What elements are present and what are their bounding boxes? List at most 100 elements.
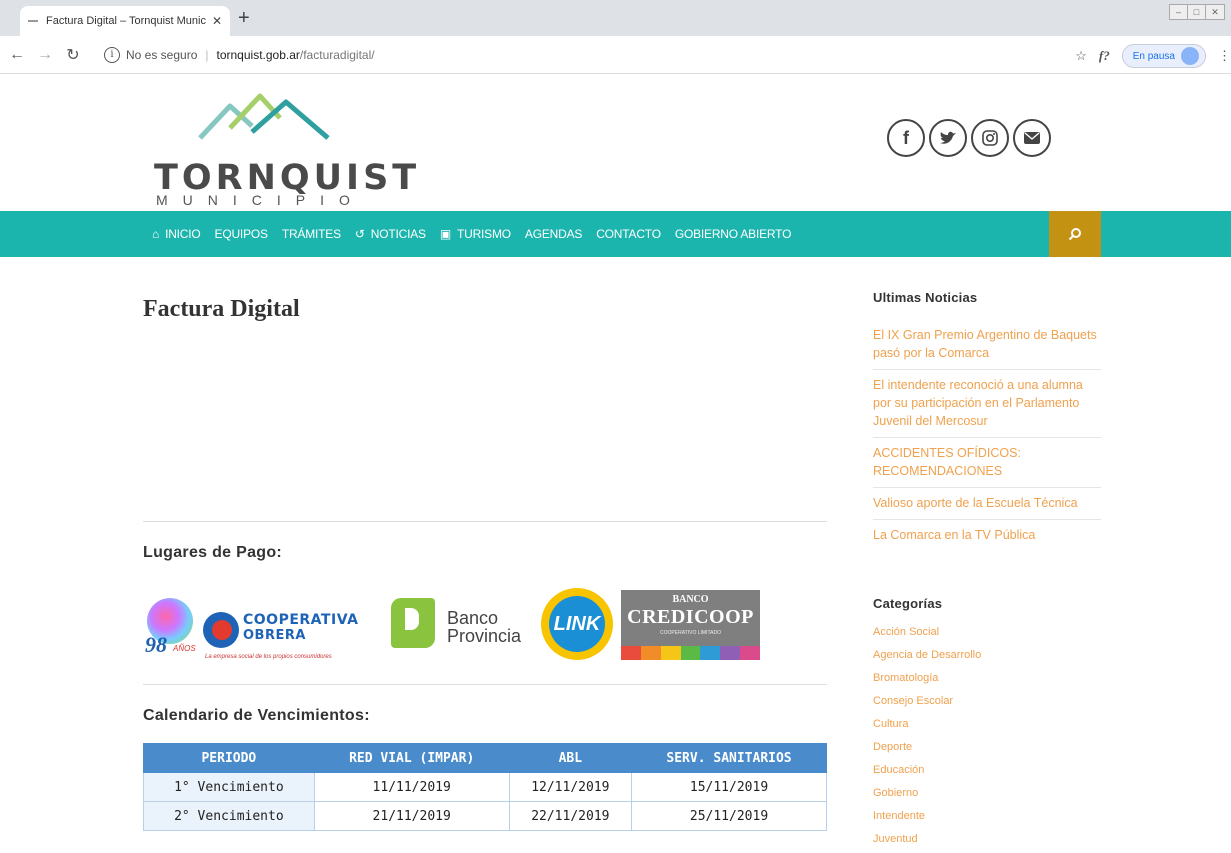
info-icon[interactable]: i [104,47,120,63]
url-separator: | [205,48,209,62]
coop-tagline: La empresa social de los propios consumi… [205,654,332,660]
nav-contacto[interactable]: CONTACTO [596,227,661,241]
bookmark-star-icon[interactable]: ☆ [1075,48,1087,64]
categories-list: Acción Social Agencia de Desarrollo Brom… [873,623,1101,853]
profile-pause-button[interactable]: En pausa [1121,44,1206,68]
coop-line1: COOPERATIVA [243,612,359,628]
table-cell: 12/11/2019 [508,772,633,802]
browser-menu-icon[interactable]: ⋮ [1218,48,1231,64]
nav-inicio[interactable]: ⌂ INICIO [152,227,201,241]
col-header: PERIODO [143,743,315,773]
payment-logos: 98 AÑOS COOPERATIVA OBRERA La empresa so… [143,588,833,664]
minimize-icon[interactable]: – [1170,5,1188,19]
credi-sub: COOPERATIVO LIMITADO [660,630,721,636]
instagram-icon[interactable] [971,119,1009,157]
search-icon [1068,228,1081,241]
nav-label: TRÁMITES [281,227,341,241]
new-tab-button[interactable]: + [238,6,250,30]
site-logo[interactable]: TORNQUIST MUNICIPIO [150,88,416,208]
nav-gobierno-abierto[interactable]: GOBIERNO ABIERTO [675,227,792,241]
browser-tab-bar: Factura Digital – Tornquist Municipio ✕ … [0,0,1231,36]
forward-icon[interactable]: → [34,46,56,64]
nav-label: INICIO [165,227,201,241]
category-link[interactable]: Cultura [873,715,1101,738]
favicon-icon [28,20,38,22]
category-link[interactable]: Educación [873,761,1101,784]
banco-provincia-logo: Banco Provincia [391,592,531,654]
table-cell: 21/11/2019 [313,801,510,831]
credi-main: CREDICOOP [627,606,754,628]
facebook-icon[interactable]: f [887,119,925,157]
category-link[interactable]: Acción Social [873,623,1101,646]
news-heading: Ultimas Noticias [873,290,978,305]
nav-agendas[interactable]: AGENDAS [525,227,582,241]
nav-label: AGENDAS [524,227,583,241]
nav-label: EQUIPOS [214,227,268,241]
category-link[interactable]: Agencia de Desarrollo [873,646,1101,669]
nav-turismo[interactable]: ▣ TURISMO [440,227,511,241]
page-title: Factura Digital [143,296,300,322]
search-button[interactable] [1049,211,1101,257]
lugares-heading: Lugares de Pago: [143,544,283,561]
category-link[interactable]: Intendente [873,807,1101,830]
categories-heading: Categorías [873,596,943,611]
window-close-icon[interactable]: ✕ [1206,5,1224,19]
category-link[interactable]: Bromatología [873,669,1101,692]
category-link[interactable]: Juventud [873,830,1101,853]
email-icon[interactable] [1013,119,1051,157]
table-cell: 22/11/2019 [508,801,633,831]
nav-label: TURISMO [456,227,511,241]
bprov-mark-icon [391,598,435,648]
news-link[interactable]: El IX Gran Premio Argentino de Baquets p… [873,320,1101,370]
news-link[interactable]: El intendente reconoció a una alumna por… [873,370,1101,438]
news-link[interactable]: Valioso aporte de la Escuela Técnica [873,488,1101,520]
nav-label: CONTACTO [596,227,661,241]
coop-anos: AÑOS [173,644,196,653]
table-cell: 1° Vencimiento [143,772,315,802]
coop-line2: OBRERA [243,628,306,643]
divider [143,521,827,522]
credicoop-logo: BANCO CREDICOOP COOPERATIVO LIMITADO [621,590,761,660]
cooperativa-obrera-logo: 98 AÑOS COOPERATIVA OBRERA La empresa so… [143,598,383,660]
col-header: ABL [508,743,633,773]
back-icon[interactable]: ← [6,46,28,64]
home-icon: ⌂ [152,227,160,241]
link-text: LINK [549,596,605,652]
news-list: El IX Gran Premio Argentino de Baquets p… [873,320,1101,551]
coop-mark-icon [203,612,239,648]
toolbar-right: ☆ f? En pausa ⋮ [1075,44,1231,68]
divider [143,684,827,685]
image-icon: ▣ [439,227,451,241]
news-link[interactable]: La Comarca en la TV Pública [873,520,1101,551]
tab-close-icon[interactable]: ✕ [212,14,222,28]
table-row: 2° Vencimiento 21/11/2019 22/11/2019 25/… [143,801,827,831]
main-nav: ⌂ INICIO EQUIPOS TRÁMITES ↺ NOTICIAS ▣ TURI… [0,211,1231,257]
browser-tab[interactable]: Factura Digital – Tornquist Municipio ✕ [20,6,230,36]
window-controls: – □ ✕ [1169,4,1225,20]
security-label: No es seguro [126,48,198,62]
logo-subtitle: MUNICIPIO [156,192,365,208]
extension-icon[interactable]: f? [1099,48,1110,64]
table-header-row: PERIODO RED VIAL (IMPAR) ABL SERV. SANIT… [143,743,827,773]
table-cell: 15/11/2019 [631,772,827,802]
category-link[interactable]: Deporte [873,738,1101,761]
table-cell: 11/11/2019 [313,772,510,802]
category-link[interactable]: Gobierno [873,784,1101,807]
col-header: SERV. SANITARIOS [631,743,827,773]
nav-equipos[interactable]: EQUIPOS [215,227,268,241]
table-cell: 25/11/2019 [631,801,827,831]
pausa-label: En pausa [1132,50,1175,62]
twitter-icon[interactable] [929,119,967,157]
tab-title: Factura Digital – Tornquist Municipio [46,15,206,27]
nav-tramites[interactable]: TRÁMITES [282,227,341,241]
coop-years: 98 [145,632,167,657]
table-row: 1° Vencimiento 11/11/2019 12/11/2019 15/… [143,772,827,802]
address-bar[interactable]: i No es seguro | tornquist.gob.ar/factur… [104,41,1054,69]
news-link[interactable]: ACCIDENTES OFÍDICOS: RECOMENDACIONES [873,438,1101,488]
reload-icon[interactable]: ↻ [62,45,84,65]
restore-icon[interactable]: □ [1188,5,1206,19]
nav-noticias[interactable]: ↺ NOTICIAS [355,227,426,241]
category-link[interactable]: Consejo Escolar [873,692,1101,715]
url-host: tornquist.gob.ar [216,48,300,62]
history-icon: ↺ [354,227,365,241]
